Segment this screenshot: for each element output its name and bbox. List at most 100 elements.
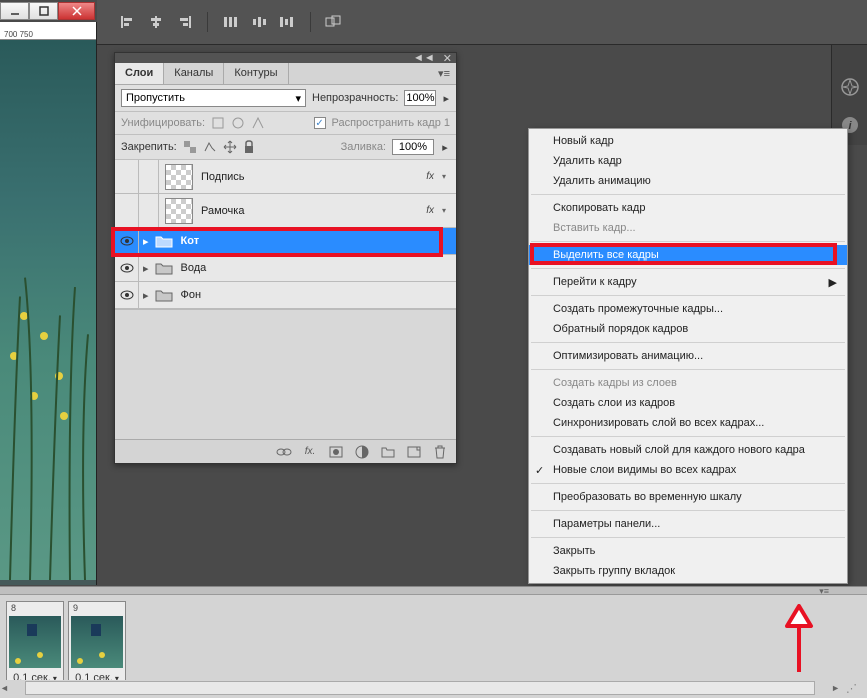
menu-new-frame[interactable]: Новый кадр: [529, 131, 847, 151]
layer-thumbnail[interactable]: [165, 164, 193, 190]
menu-close[interactable]: Закрыть: [529, 541, 847, 561]
fx-badge[interactable]: fx: [426, 171, 434, 182]
menu-goto-frame[interactable]: Перейти к кадру▶: [529, 272, 847, 292]
propagate-checkbox[interactable]: [314, 117, 326, 129]
ruler: 700 750: [0, 22, 96, 40]
unify-visibility-icon[interactable]: [231, 116, 245, 130]
adjustment-icon[interactable]: [354, 444, 370, 460]
menu-new-layer-per-frame[interactable]: Создавать новый слой для каждого нового …: [529, 440, 847, 460]
visibility-toggle[interactable]: [115, 194, 139, 227]
visibility-toggle[interactable]: [115, 228, 139, 254]
layer-row[interactable]: Подпись fx ▾: [115, 160, 456, 194]
menu-close-tab-group[interactable]: Закрыть группу вкладок: [529, 561, 847, 581]
distribute-center-icon[interactable]: [248, 11, 270, 33]
window-chrome: [0, 0, 97, 22]
visibility-toggle[interactable]: [115, 160, 139, 193]
animation-frame[interactable]: 8 0,1 сек.▾: [6, 601, 64, 687]
lock-transparent-icon[interactable]: [183, 140, 197, 154]
delete-layer-icon[interactable]: [432, 444, 448, 460]
folder-icon: [155, 288, 173, 302]
distribute-left-icon[interactable]: [220, 11, 242, 33]
panel-menu-icon[interactable]: ▾≡: [819, 586, 829, 597]
mask-icon[interactable]: [328, 444, 344, 460]
layer-row-selected[interactable]: ▸ Кот: [115, 228, 456, 255]
layer-thumbnail[interactable]: [165, 198, 193, 224]
align-right-icon[interactable]: [173, 11, 195, 33]
panel-titlebar[interactable]: ◄◄ ✕: [115, 53, 456, 63]
menu-frames-from-layers: Создать кадры из слоев: [529, 373, 847, 393]
lock-image-icon[interactable]: [203, 140, 217, 154]
align-center-h-icon[interactable]: [145, 11, 167, 33]
tab-channels[interactable]: Каналы: [164, 63, 224, 84]
layer-row[interactable]: Рамочка fx ▾: [115, 194, 456, 228]
submenu-arrow-icon: ▶: [829, 276, 837, 289]
resize-grip-icon[interactable]: ⋰: [846, 682, 857, 695]
fx-badge[interactable]: fx: [426, 205, 434, 216]
menu-reverse-frames[interactable]: Обратный порядок кадров: [529, 319, 847, 339]
minimize-button[interactable]: [0, 2, 29, 20]
canvas-image[interactable]: [0, 40, 96, 580]
align-left-icon[interactable]: [117, 11, 139, 33]
menu-new-layers-visible[interactable]: ✓Новые слои видимы во всех кадрах: [529, 460, 847, 480]
timeline-scrollbar[interactable]: ◄ ► ⋰: [0, 680, 867, 696]
layer-row[interactable]: ▸ Вода: [115, 255, 456, 282]
layers-panel: ◄◄ ✕ Слои Каналы Контуры ▾≡ Пропустить ▾…: [114, 52, 457, 464]
unify-position-icon[interactable]: [211, 116, 225, 130]
auto-align-icon[interactable]: [323, 11, 345, 33]
maximize-button[interactable]: [29, 2, 58, 20]
visibility-toggle[interactable]: [115, 255, 139, 281]
navigator-icon[interactable]: [838, 75, 862, 99]
fx-icon[interactable]: fx.: [302, 444, 318, 460]
menu-delete-frame[interactable]: Удалить кадр: [529, 151, 847, 171]
new-layer-icon[interactable]: [406, 444, 422, 460]
fill-value[interactable]: 100%: [392, 139, 434, 155]
fx-expand-icon[interactable]: ▾: [442, 172, 446, 181]
frames-strip: 8 0,1 сек.▾ 9 0,1 сек.▾: [0, 595, 867, 693]
menu-optimize[interactable]: Оптимизировать анимацию...: [529, 346, 847, 366]
menu-delete-animation[interactable]: Удалить анимацию: [529, 171, 847, 191]
propagate-label: Распространить кадр 1: [332, 117, 450, 129]
blend-opacity-row: Пропустить ▾ Непрозрачность: 100% ▸: [115, 85, 456, 112]
blend-mode-select[interactable]: Пропустить ▾: [121, 89, 306, 107]
frame-number: 8: [7, 602, 20, 614]
menu-panel-options[interactable]: Параметры панели...: [529, 514, 847, 534]
frame-thumbnail: [71, 616, 123, 668]
menu-convert-timeline[interactable]: Преобразовать во временную шкалу: [529, 487, 847, 507]
lock-fill-row: Закрепить: Заливка: 100% ▸: [115, 135, 456, 160]
unify-style-icon[interactable]: [251, 116, 265, 130]
lock-label: Закрепить:: [121, 141, 177, 153]
scrollbar-track[interactable]: [25, 681, 815, 695]
lock-position-icon[interactable]: [223, 140, 237, 154]
layer-name: Рамочка: [201, 205, 244, 217]
layer-row[interactable]: ▸ Фон: [115, 282, 456, 309]
fill-slider-icon[interactable]: ▸: [440, 140, 450, 154]
expand-icon[interactable]: ▸: [143, 262, 149, 275]
menu-select-all-frames[interactable]: Выделить все кадры: [529, 245, 847, 265]
fx-expand-icon[interactable]: ▾: [442, 206, 446, 215]
opacity-slider-icon[interactable]: ▸: [442, 91, 450, 105]
expand-icon[interactable]: ▸: [143, 235, 149, 248]
opacity-value[interactable]: 100%: [404, 90, 436, 106]
link-layers-icon[interactable]: [276, 444, 292, 460]
menu-layers-from-frames[interactable]: Создать слои из кадров: [529, 393, 847, 413]
menu-paste-frame: Вставить кадр...: [529, 218, 847, 238]
menu-match-layer[interactable]: Синхронизировать слой во всех кадрах...: [529, 413, 847, 433]
timeline-header[interactable]: ▾≡: [0, 587, 867, 595]
link-col[interactable]: [139, 194, 159, 227]
group-icon[interactable]: [380, 444, 396, 460]
distribute-right-icon[interactable]: [276, 11, 298, 33]
tab-paths[interactable]: Контуры: [224, 63, 288, 84]
menu-tween[interactable]: Создать промежуточные кадры...: [529, 299, 847, 319]
close-button[interactable]: [58, 2, 95, 20]
panel-menu-icon[interactable]: ▾≡: [432, 63, 456, 84]
expand-icon[interactable]: ▸: [143, 289, 149, 302]
menu-copy-frame[interactable]: Скопировать кадр: [529, 198, 847, 218]
layer-name: Кот: [181, 235, 200, 247]
animation-frame[interactable]: 9 0,1 сек.▾: [68, 601, 126, 687]
tab-layers[interactable]: Слои: [115, 63, 164, 84]
visibility-toggle[interactable]: [115, 282, 139, 308]
frame-thumbnail: [9, 616, 61, 668]
lock-all-icon[interactable]: [243, 140, 257, 154]
menu-separator: [531, 194, 845, 195]
link-col[interactable]: [139, 160, 159, 193]
